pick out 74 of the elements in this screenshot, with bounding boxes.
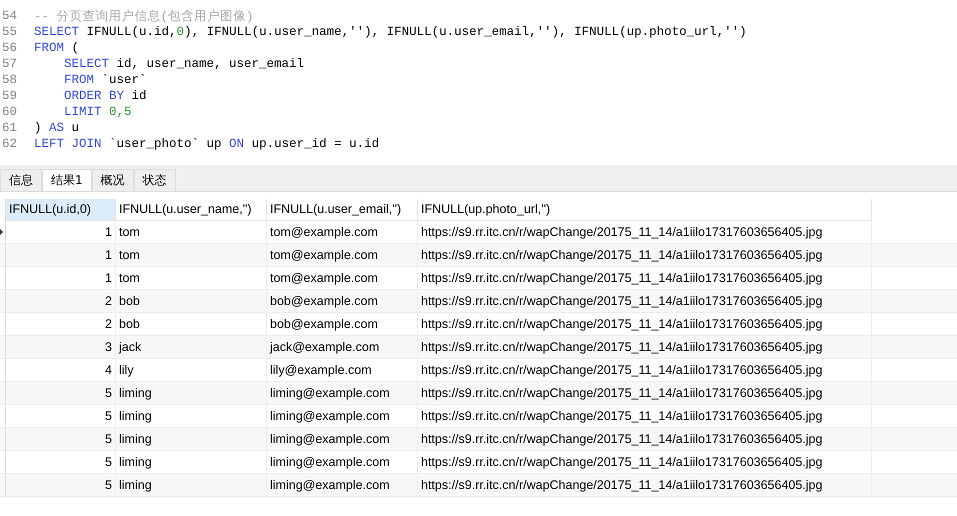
line-number: 59	[1, 89, 18, 103]
line-number: 62	[1, 137, 18, 151]
result-tab[interactable]: 信息	[0, 169, 42, 191]
table-cell: 5	[6, 428, 116, 450]
table-cell: tom@example.com	[267, 244, 418, 266]
table-cell: https://s9.rr.itc.cn/r/wapChange/20175_11_14/a1iilo17317603656405.jpg	[418, 290, 872, 312]
table-cell: https://s9.rr.itc.cn/r/wapChange/20175_11_14/a1iilo17317603656405.jpg	[418, 313, 872, 335]
table-cell: tom	[116, 221, 267, 243]
table-cell: https://s9.rr.itc.cn/r/wapChange/20175_11_14/a1iilo17317603656405.jpg	[418, 451, 872, 473]
table-cell: 5	[6, 405, 116, 427]
line-number: 61	[1, 121, 18, 135]
table-cell: https://s9.rr.itc.cn/r/wapChange/20175_11_14/a1iilo17317603656405.jpg	[418, 405, 872, 427]
table-cell: https://s9.rr.itc.cn/r/wapChange/20175_11_14/a1iilo17317603656405.jpg	[418, 221, 872, 243]
table-cell: 5	[6, 451, 116, 473]
result-tab[interactable]: 状态	[134, 169, 176, 191]
column-header[interactable]: IFNULL(u.id,0)	[6, 199, 116, 221]
column-header[interactable]: IFNULL(u.user_name,'')	[116, 199, 267, 221]
table-cell: liming	[116, 451, 267, 473]
table-cell: tom	[116, 244, 267, 266]
table-cell: tom	[116, 267, 267, 289]
table-cell: 1	[6, 244, 116, 266]
table-cell: liming@example.com	[267, 405, 418, 427]
table-cell: tom@example.com	[267, 267, 418, 289]
table-cell: jack@example.com	[267, 336, 418, 358]
table-cell: bob@example.com	[267, 290, 418, 312]
column-header[interactable]: IFNULL(u.user_email,'')	[267, 199, 418, 221]
table-cell: 1	[6, 221, 116, 243]
line-number: 54	[1, 9, 18, 23]
table-cell: 1	[6, 267, 116, 289]
table-cell: liming@example.com	[267, 428, 418, 450]
table-cell: https://s9.rr.itc.cn/r/wapChange/20175_11_14/a1iilo17317603656405.jpg	[418, 474, 872, 496]
result-tab[interactable]: 结果1	[42, 169, 92, 191]
line-number: 57	[1, 57, 18, 71]
line-number: 56	[1, 41, 18, 55]
table-cell: https://s9.rr.itc.cn/r/wapChange/20175_11_14/a1iilo17317603656405.jpg	[418, 244, 872, 266]
code-line: LIMIT 0,5	[63, 105, 132, 119]
table-cell: liming	[116, 474, 267, 496]
table-cell: lily	[116, 359, 267, 381]
table-cell: liming@example.com	[267, 474, 418, 496]
table-cell: liming	[116, 382, 267, 404]
table-cell: 2	[6, 313, 116, 335]
table-cell: jack	[116, 336, 267, 358]
table-cell: tom@example.com	[267, 221, 418, 243]
code-line: LEFT JOIN `user_photo` up ON up.user_id = u.id	[34, 137, 380, 151]
table-cell: 2	[6, 290, 116, 312]
result-tab[interactable]: 概况	[92, 169, 134, 191]
code-line: FROM (	[34, 41, 80, 55]
code-line: SELECT IFNULL(u.id,0), IFNULL(u.user_name,''), IFNULL(u.user_email,''), IFNULL(up.photo_url,'')	[34, 25, 747, 39]
table-cell: 5	[6, 382, 116, 404]
code-line: FROM `user`	[63, 73, 147, 87]
line-number: 60	[1, 105, 18, 119]
table-cell: liming	[116, 405, 267, 427]
table-cell: bob	[116, 290, 267, 312]
code-line: ORDER BY id	[63, 89, 147, 103]
table-cell: https://s9.rr.itc.cn/r/wapChange/20175_11_14/a1iilo17317603656405.jpg	[418, 267, 872, 289]
code-line: SELECT id, user_name, user_email	[63, 57, 304, 71]
table-cell: bob	[116, 313, 267, 335]
table-cell: bob@example.com	[267, 313, 418, 335]
line-number: 58	[1, 73, 18, 87]
column-header[interactable]: IFNULL(up.photo_url,'')	[418, 199, 872, 221]
table-cell: liming@example.com	[267, 451, 418, 473]
table-cell: https://s9.rr.itc.cn/r/wapChange/20175_11_14/a1iilo17317603656405.jpg	[418, 428, 872, 450]
table-cell: https://s9.rr.itc.cn/r/wapChange/20175_11_14/a1iilo17317603656405.jpg	[418, 336, 872, 358]
table-cell: liming@example.com	[267, 382, 418, 404]
table-cell: 4	[6, 359, 116, 381]
line-number: 55	[1, 25, 18, 39]
table-cell: lily@example.com	[267, 359, 418, 381]
table-cell: https://s9.rr.itc.cn/r/wapChange/20175_11_14/a1iilo17317603656405.jpg	[418, 382, 872, 404]
table-cell: https://s9.rr.itc.cn/r/wapChange/20175_11_14/a1iilo17317603656405.jpg	[418, 359, 872, 381]
table-cell: 5	[6, 474, 116, 496]
table-cell: 3	[6, 336, 116, 358]
code-line: -- 分页查询用户信息(包含用户图像)	[34, 8, 254, 24]
table-cell: liming	[116, 428, 267, 450]
code-line: ) AS u	[34, 121, 80, 135]
